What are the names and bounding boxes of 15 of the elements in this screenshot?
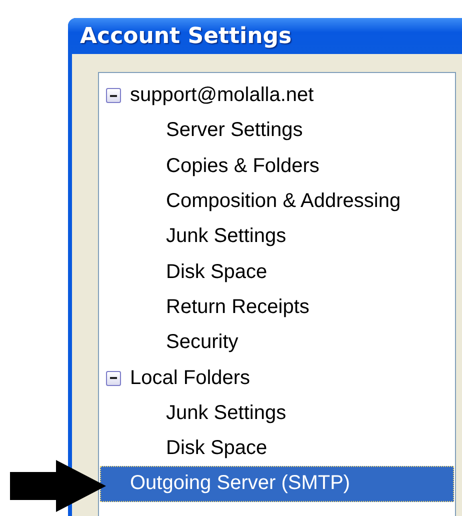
tree-item[interactable]: Outgoing Server (SMTP) — [100, 466, 454, 502]
tree-item[interactable]: Disk Space — [100, 254, 454, 290]
tree-item[interactable]: Server Settings — [100, 113, 454, 149]
tree-item[interactable]: Junk Settings — [100, 219, 454, 254]
window-title: Account Settings — [80, 24, 292, 48]
tree-item[interactable]: Security — [100, 325, 454, 360]
tree-item[interactable]: Junk Settings — [100, 396, 454, 431]
collapse-icon[interactable] — [106, 370, 121, 386]
tree-item[interactable]: Composition & Addressing — [100, 184, 454, 220]
tree-item[interactable]: Copies & Folders — [100, 148, 454, 184]
tree-item[interactable]: Local Folders — [100, 360, 454, 396]
collapse-icon[interactable] — [106, 88, 121, 104]
tree-item[interactable]: Return Receipts — [100, 290, 454, 326]
tree-item[interactable]: support@molalla.net — [100, 78, 454, 114]
tree-item[interactable]: Disk Space — [100, 430, 454, 466]
